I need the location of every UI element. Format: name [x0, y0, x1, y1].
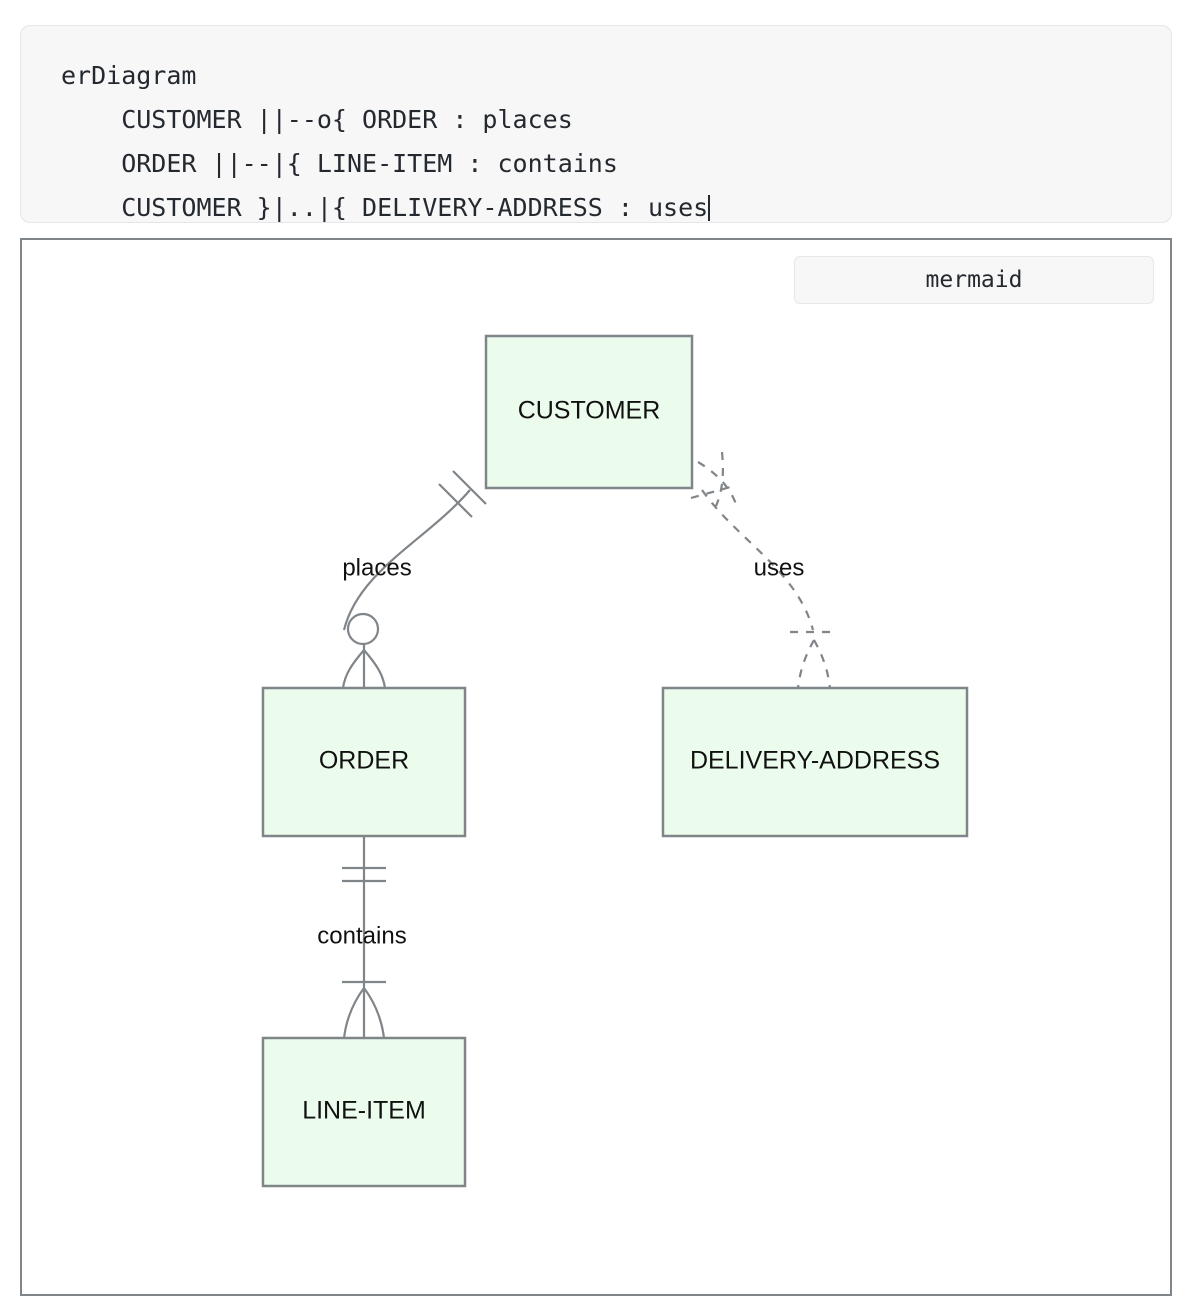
- relationship-order-line-item: contains: [317, 836, 407, 1039]
- text-caret: [708, 195, 711, 221]
- code-line-1: erDiagram: [61, 61, 197, 90]
- entity-line-item-label: LINE-ITEM: [302, 1097, 426, 1125]
- code-line-3: ORDER ||--|{ LINE-ITEM : contains: [61, 149, 618, 178]
- entity-order-label: ORDER: [319, 747, 409, 775]
- entity-customer[interactable]: CUSTOMER: [484, 334, 694, 490]
- entity-order[interactable]: ORDER: [261, 686, 467, 838]
- cardinality-marker-one-or-more-delivery-address: [790, 630, 834, 689]
- diagram-preview-pane: mermaid places contains uses CUSTOMER OR…: [20, 238, 1172, 1296]
- relationship-customer-delivery-address: uses: [690, 451, 834, 689]
- mermaid-code-editor[interactable]: erDiagram CUSTOMER ||--o{ ORDER : places…: [20, 25, 1172, 223]
- cardinality-marker-exactly-one-customer: [438, 470, 487, 518]
- entity-delivery-address-label: DELIVERY-ADDRESS: [690, 747, 940, 775]
- code-line-2: CUSTOMER ||--o{ ORDER : places: [61, 105, 573, 134]
- relationship-customer-order: places: [341, 470, 487, 689]
- code-line-4: CUSTOMER }|..|{ DELIVERY-ADDRESS : uses: [61, 193, 709, 222]
- er-diagram-canvas: places contains uses CUSTOMER ORDER DELI…: [261, 334, 969, 1188]
- cardinality-marker-zero-or-more-order: [341, 612, 387, 689]
- code-line-4-wrapper: CUSTOMER }|..|{ DELIVERY-ADDRESS : uses: [21, 186, 1171, 230]
- entity-line-item[interactable]: LINE-ITEM: [261, 1036, 467, 1188]
- relationship-label-uses: uses: [754, 554, 805, 581]
- relationship-label-contains: contains: [317, 922, 406, 949]
- entity-delivery-address[interactable]: DELIVERY-ADDRESS: [661, 686, 969, 838]
- entity-customer-label: CUSTOMER: [518, 397, 661, 425]
- cardinality-marker-one-or-more-customer: [690, 451, 738, 507]
- relationship-label-places: places: [342, 554, 411, 581]
